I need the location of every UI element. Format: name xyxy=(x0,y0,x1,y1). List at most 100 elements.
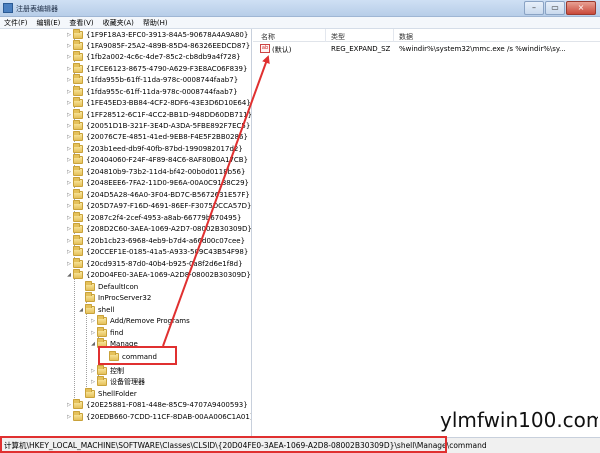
tree-node[interactable]: ▷ {1FE45ED3-BB84-4CF2-8DF6-43E3D6D10E64} xyxy=(66,96,251,108)
tree-node-expanded[interactable]: ◢ Manage xyxy=(90,337,138,349)
tree-node[interactable]: ▷ {20b1cb23-6968-4eb9-b7d4-a66d00c07cee} xyxy=(66,234,245,246)
tree-node[interactable]: ▷ {20076C7E-4851-41ed-9EB8-F4E5F2BB0286} xyxy=(66,130,248,142)
expand-arrow-icon[interactable]: ▷ xyxy=(66,261,72,267)
expand-arrow-icon[interactable]: ▷ xyxy=(90,368,96,374)
menu-view[interactable]: 查看(V) xyxy=(65,17,98,28)
expand-arrow-icon[interactable]: ▷ xyxy=(66,169,72,175)
expand-arrow-icon[interactable]: ▷ xyxy=(66,238,72,244)
tree-node[interactable]: DefaultIcon xyxy=(78,280,138,292)
tree-node[interactable]: InProcServer32 xyxy=(78,291,151,303)
registry-path: 计算机\HKEY_LOCAL_MACHINE\SOFTWARE\Classes\… xyxy=(4,441,487,450)
tree-node[interactable]: ▷ {205D7A97-F16D-4691-86EF-F3075DCCA57D} xyxy=(66,199,251,211)
folder-icon xyxy=(97,314,107,325)
tree-node[interactable]: ▷ {20E25881-F081-448e-85C9-4707A9400593} xyxy=(66,398,248,410)
column-name-header[interactable]: 名称 xyxy=(261,32,275,42)
tree-node[interactable]: ▷ {1FCE6123-8675-4790-A629-F3E8AC06F839} xyxy=(66,62,247,74)
title-bar: 注册表编辑器 – ▭ × xyxy=(0,0,600,17)
expand-arrow-icon[interactable]: ▷ xyxy=(66,123,72,129)
folder-open-icon xyxy=(85,303,95,314)
values-list[interactable]: 名称 类型 数据 ab (默认) REG_EXPAND_SZ %windir%\… xyxy=(253,29,600,437)
close-button[interactable]: × xyxy=(566,1,596,15)
folder-icon xyxy=(73,29,83,39)
tree-node[interactable]: ▷ {1fda955c-61ff-11da-978c-0008744faab7} xyxy=(66,85,238,97)
tree-node-selected[interactable]: command xyxy=(102,350,157,362)
tree-node[interactable]: ▷ {2048EEE6-7FA2-11D0-9E6A-00A0C9138C29} xyxy=(66,176,249,188)
string-value-icon: ab xyxy=(260,44,270,53)
tree-node[interactable]: ▷ {1fb2a002-4c6c-4de7-85c2-cb8db9a4f728} xyxy=(66,50,241,62)
folder-icon xyxy=(73,108,83,119)
minimize-button[interactable]: – xyxy=(524,1,544,15)
tree-node[interactable]: ▷ 设备管理器 xyxy=(90,375,145,387)
expand-arrow-icon[interactable]: ▷ xyxy=(66,100,72,106)
column-divider[interactable] xyxy=(393,29,394,42)
tree-node[interactable]: ▷ {20051D1B-321F-3E4D-A3DA-5FBE892F7EC5} xyxy=(66,119,250,131)
tree-node[interactable]: ▷ {204810b9-73b2-11d4-bf42-00b0d0118b56} xyxy=(66,165,245,177)
expand-arrow-icon[interactable]: ▷ xyxy=(66,66,72,72)
folder-icon xyxy=(73,39,83,50)
tree-node[interactable]: ▷ {1FA9085F-25A2-489B-85D4-86326EEDCD87} xyxy=(66,39,250,51)
tree-node[interactable]: ▷ {204D5A28-46A0-3F04-BD7C-B5672631E57F} xyxy=(66,188,250,200)
folder-icon xyxy=(73,211,83,222)
expand-arrow-icon[interactable]: ▷ xyxy=(66,203,72,209)
expand-arrow-icon[interactable]: ▷ xyxy=(66,226,72,232)
folder-icon xyxy=(85,280,95,291)
expand-arrow-icon[interactable]: ▷ xyxy=(66,215,72,221)
expand-arrow-icon[interactable]: ▷ xyxy=(66,112,72,118)
tree-node[interactable]: ▷ {2087c2f4-2cef-4953-a8ab-66779b670495} xyxy=(66,211,241,223)
folder-icon xyxy=(73,142,83,153)
tree-node[interactable]: ShellFolder xyxy=(78,387,137,399)
tree-node[interactable]: ▷ 控制 xyxy=(90,364,124,376)
folder-icon xyxy=(73,96,83,107)
collapse-arrow-icon[interactable]: ◢ xyxy=(78,307,84,313)
expand-arrow-icon[interactable]: ▷ xyxy=(66,402,72,408)
expand-arrow-icon[interactable]: ▷ xyxy=(66,134,72,140)
expand-arrow-icon[interactable]: ▷ xyxy=(66,54,72,60)
collapse-arrow-icon[interactable]: ◢ xyxy=(90,341,96,347)
tree-node[interactable]: ▷ {1F9F18A3-EFC0-3913-84A5-90678A4A9A80} xyxy=(66,29,248,40)
tree-node[interactable]: ▷ {20CCEF1E-0185-41a5-A933-509C43B54F98} xyxy=(66,245,248,257)
tree-node[interactable]: ▷ {1FF28512-6C1F-4CC2-BB1D-948DD60DB711} xyxy=(66,108,251,120)
expand-arrow-icon[interactable]: ▷ xyxy=(66,146,72,152)
folder-icon xyxy=(97,326,107,337)
expand-arrow-icon[interactable]: ▷ xyxy=(66,192,72,198)
column-data-header[interactable]: 数据 xyxy=(399,32,413,42)
expand-arrow-icon[interactable]: ▷ xyxy=(66,180,72,186)
folder-open-icon xyxy=(97,337,107,348)
expand-arrow-icon[interactable]: ▷ xyxy=(66,89,72,95)
tree-node-expanded[interactable]: ◢ {20D04FE0-3AEA-1069-A2D8-08002B30309D} xyxy=(66,268,251,280)
expand-arrow-icon[interactable]: ▷ xyxy=(66,414,72,420)
expand-arrow-icon[interactable]: ▷ xyxy=(90,318,96,324)
expand-arrow-icon[interactable]: ▷ xyxy=(66,43,72,49)
tree-node[interactable]: ▷ {208D2C60-3AEA-1069-A2D7-08002B30309D} xyxy=(66,222,251,234)
folder-icon xyxy=(73,153,83,164)
menu-edit[interactable]: 编辑(E) xyxy=(33,17,66,28)
expand-arrow-icon[interactable]: ▷ xyxy=(90,330,96,336)
tree-node[interactable]: ▷ Add/Remove Programs xyxy=(90,314,190,326)
collapse-arrow-icon[interactable]: ◢ xyxy=(66,272,72,278)
tree-node[interactable]: ▷ {20EDB660-7CDD-11CF-8DAB-00AA006C1A01} xyxy=(66,410,251,422)
expand-arrow-icon[interactable]: ▷ xyxy=(90,379,96,385)
menu-file[interactable]: 文件(F) xyxy=(0,17,33,28)
tree-node[interactable]: ▷ find xyxy=(90,326,123,338)
menu-help[interactable]: 帮助(H) xyxy=(139,17,173,28)
menu-favorites[interactable]: 收藏夹(A) xyxy=(99,17,139,28)
tree-node[interactable]: ▷ {1fda955b-61ff-11da-978c-0008744faab7} xyxy=(66,73,238,85)
expand-arrow-icon[interactable]: ▷ xyxy=(66,249,72,255)
column-divider[interactable] xyxy=(325,29,326,42)
menu-bar: 文件(F) 编辑(E) 查看(V) 收藏夹(A) 帮助(H) xyxy=(0,17,600,29)
tree-node-expanded[interactable]: ◢ shell xyxy=(78,303,114,315)
folder-icon xyxy=(97,364,107,375)
tree-node[interactable]: ▷ {20404060-F24F-4F89-84C6-8AF80B0A17CB} xyxy=(66,153,248,165)
folder-icon xyxy=(73,245,83,256)
folder-icon xyxy=(109,350,119,361)
value-row-default[interactable]: ab (默认) REG_EXPAND_SZ %windir%\system32\… xyxy=(253,43,600,54)
expand-arrow-icon[interactable]: ▷ xyxy=(66,32,72,38)
expand-arrow-icon[interactable]: ▷ xyxy=(66,157,72,163)
tree-node[interactable]: ▷ {203b1eed-db9f-40fb-87bd-1990982017d2} xyxy=(66,142,243,154)
folder-icon xyxy=(97,375,107,386)
maximize-button[interactable]: ▭ xyxy=(545,1,565,15)
column-type-header[interactable]: 类型 xyxy=(331,32,345,42)
expand-arrow-icon[interactable]: ▷ xyxy=(66,77,72,83)
tree-node[interactable]: ▷ {20cd9315-87d0-40b4-b925-0a8f2d6e1f8d} xyxy=(66,257,243,269)
registry-tree[interactable]: ▷ {1F9F18A3-EFC0-3913-84A5-90678A4A9A80} … xyxy=(0,29,252,437)
